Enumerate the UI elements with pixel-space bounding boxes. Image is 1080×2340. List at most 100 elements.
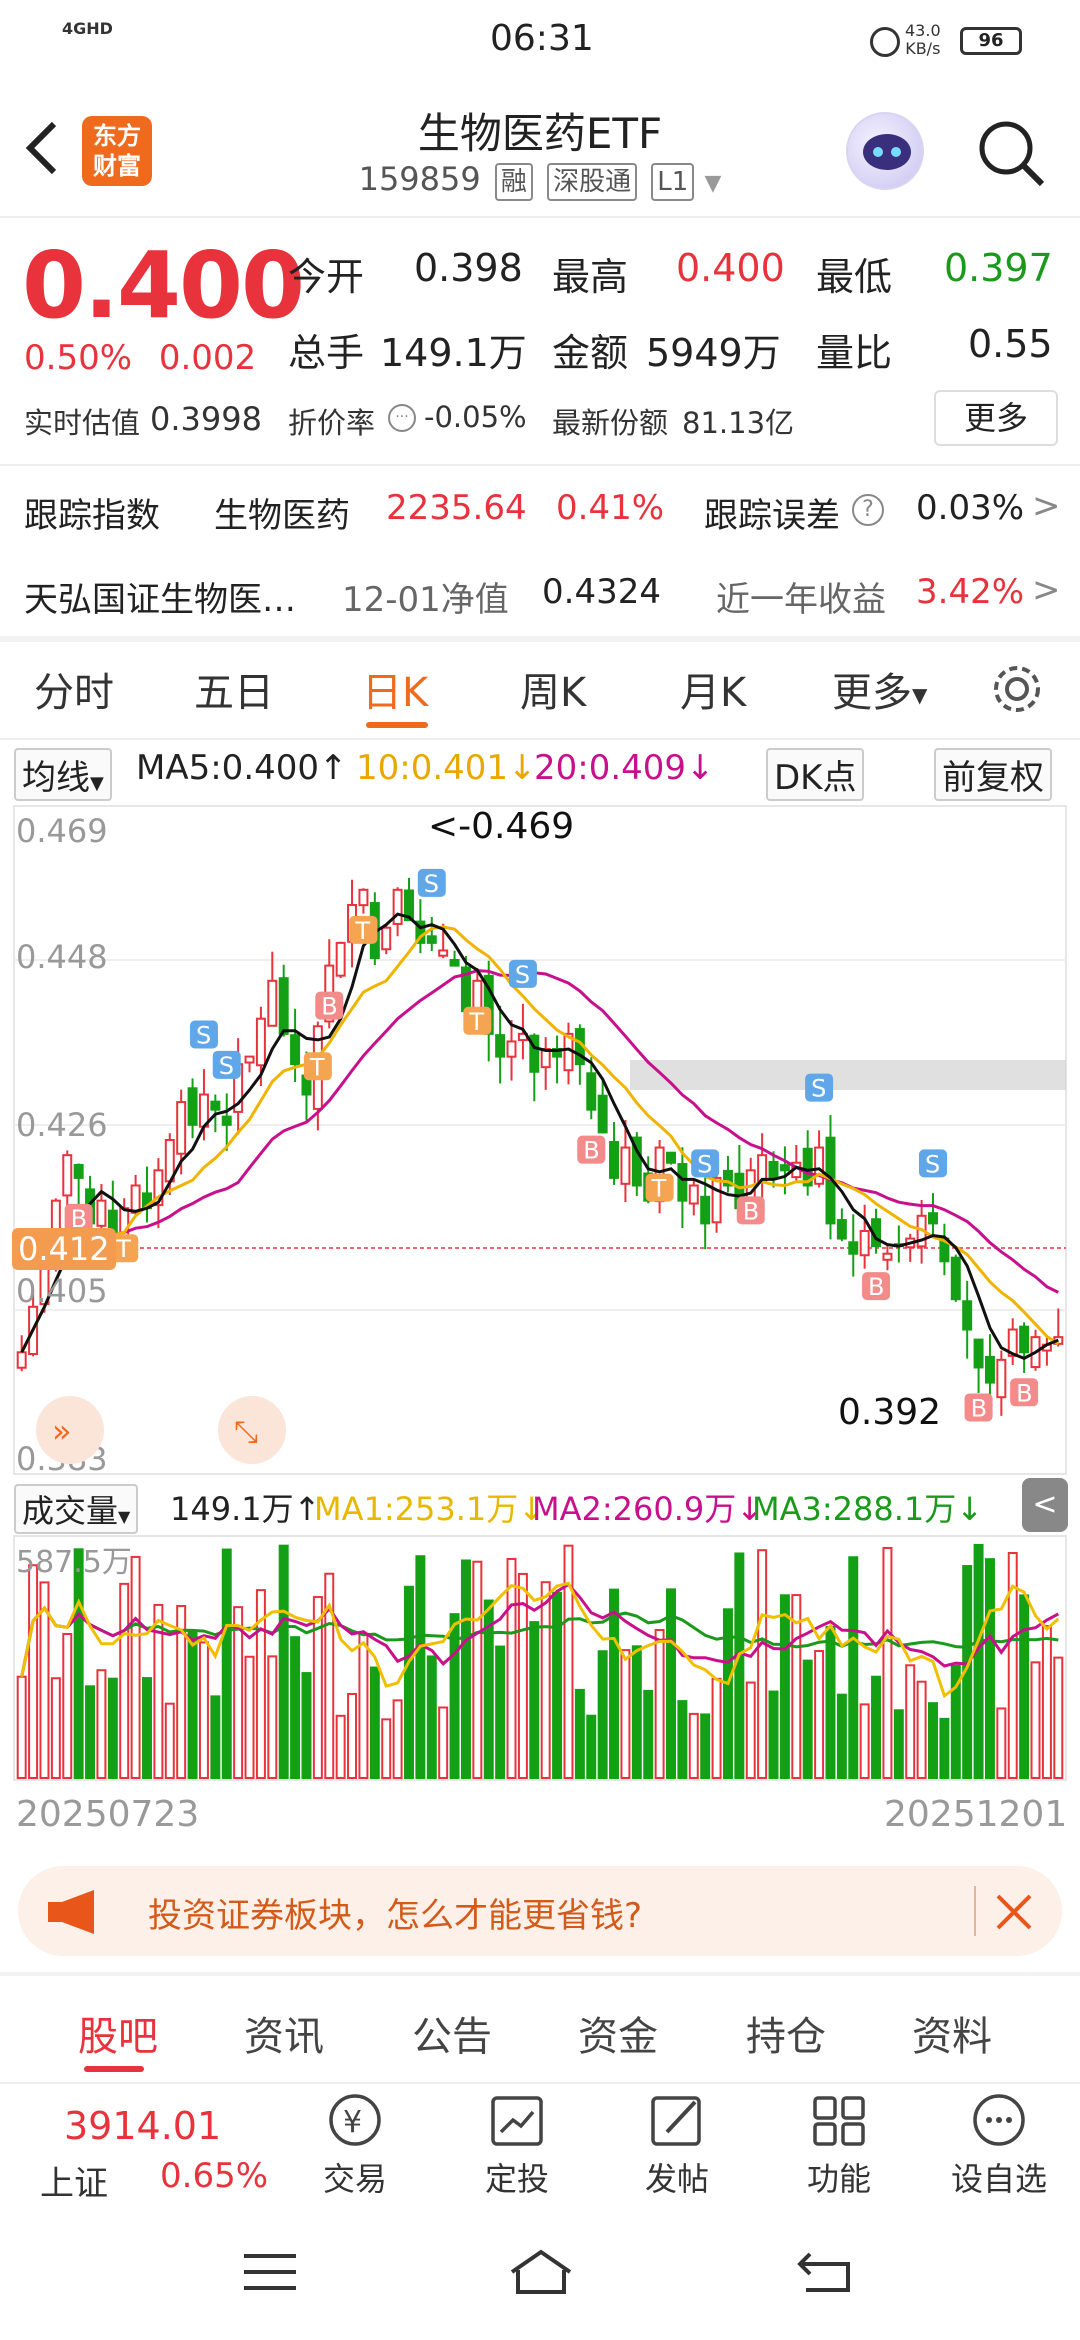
kline-chart[interactable]: BTSS TBTSTSBTSBSBSBB 0.469 0.448 0.426 0.… bbox=[0, 800, 1080, 1480]
post-button[interactable]: 发帖 bbox=[622, 2092, 732, 2200]
auto-invest-button[interactable]: 定投 bbox=[462, 2092, 572, 2200]
volume-bar bbox=[871, 1675, 882, 1779]
yen-circle-icon: ¥ bbox=[329, 2094, 381, 2146]
volume-bar bbox=[495, 1645, 506, 1779]
menu-icon[interactable] bbox=[244, 2252, 296, 2292]
volume-bar bbox=[426, 1655, 437, 1779]
chevron-left-icon[interactable]: < bbox=[1022, 1478, 1068, 1532]
adjust-button[interactable]: 前复权 bbox=[934, 748, 1052, 801]
candle bbox=[586, 1072, 597, 1111]
tab-more[interactable]: 更多▼ bbox=[832, 660, 927, 718]
functions-label: 功能 bbox=[806, 2160, 871, 2198]
home-icon[interactable] bbox=[508, 2248, 574, 2296]
candle bbox=[688, 1184, 699, 1205]
volume-bar bbox=[734, 1552, 745, 1779]
more-button[interactable]: 更多 bbox=[934, 390, 1058, 446]
open-label: 今开 bbox=[288, 255, 365, 299]
index-value[interactable]: 3914.01 bbox=[64, 2104, 221, 2148]
trade-signal-label: B bbox=[743, 1197, 759, 1225]
indicator-selector[interactable]: 均线▼ bbox=[14, 748, 112, 801]
dk-point-button[interactable]: DK点 bbox=[766, 748, 865, 801]
status-bar: 4GHD 06:31 43.0 KB/s 96 bbox=[0, 0, 1080, 80]
candle bbox=[882, 1252, 893, 1261]
volume-bar bbox=[335, 1714, 346, 1779]
volume-bar bbox=[233, 1606, 244, 1779]
close-icon[interactable] bbox=[994, 1892, 1034, 1932]
candle bbox=[449, 958, 460, 967]
candle bbox=[335, 941, 346, 977]
tab-intraday[interactable]: 分时 bbox=[34, 660, 114, 718]
clock: 06:31 bbox=[490, 18, 594, 59]
promo-banner[interactable]: 投资证券板块，怎么才能更省钱? bbox=[18, 1866, 1062, 1956]
volume-bar bbox=[916, 1680, 927, 1779]
tab-daily-k[interactable]: 日K bbox=[362, 660, 428, 718]
tab-monthly-k[interactable]: 月K bbox=[680, 660, 746, 718]
candle bbox=[62, 1154, 73, 1197]
last-price: 0.400 bbox=[22, 232, 305, 339]
alarm-icon bbox=[870, 27, 900, 57]
candle bbox=[768, 1160, 779, 1179]
change-amount: 0.002 bbox=[158, 338, 257, 378]
volume-ma3: MA3:288.1万↓ bbox=[752, 1490, 984, 1528]
search-icon[interactable] bbox=[976, 118, 1046, 188]
volume-bar bbox=[369, 1666, 380, 1779]
tab-profile[interactable]: 资料 bbox=[912, 2004, 992, 2062]
settings-gear-icon[interactable] bbox=[990, 662, 1044, 726]
trade-signal-label: T bbox=[115, 1235, 131, 1263]
volume-bar bbox=[882, 1546, 893, 1779]
tab-news[interactable]: 资讯 bbox=[244, 2004, 324, 2062]
chart-period-tabs: 分时 五日 日K 周K 月K 更多▼ bbox=[0, 660, 1080, 730]
tab-active-indicator bbox=[366, 722, 428, 728]
volume-bar bbox=[586, 1714, 597, 1780]
ratio-value: 0.55 bbox=[968, 322, 1053, 366]
tab-forum[interactable]: 股吧 bbox=[78, 2004, 158, 2062]
tab-more-label: 更多 bbox=[832, 670, 912, 716]
help-icon[interactable]: ? bbox=[852, 494, 884, 526]
speed-unit: KB/s bbox=[905, 39, 941, 58]
volume-selector-label: 成交量 bbox=[22, 1492, 119, 1530]
chevron-right-icon[interactable]: > bbox=[1032, 486, 1061, 526]
trade-signal-label: B bbox=[1016, 1379, 1032, 1407]
volume-bar bbox=[506, 1557, 517, 1779]
assistant-avatar[interactable] bbox=[846, 112, 924, 190]
functions-button[interactable]: 功能 bbox=[784, 2092, 894, 2200]
ratio-label: 量比 bbox=[816, 331, 893, 375]
volume-ma2: MA2:260.9万↓ bbox=[532, 1490, 764, 1528]
y-axis-label-3: 0.426 bbox=[16, 1106, 108, 1144]
chevron-right-icon[interactable]: > bbox=[1032, 570, 1061, 610]
volume-bar bbox=[16, 1675, 27, 1780]
watchlist-button[interactable]: 设自选 bbox=[944, 2092, 1054, 2200]
amount-label: 金额 bbox=[552, 331, 629, 375]
tab-announcements[interactable]: 公告 bbox=[412, 2004, 492, 2062]
tracking-error-label: 跟踪误差 bbox=[704, 496, 840, 536]
volume-bar bbox=[301, 1672, 312, 1779]
volume-selector[interactable]: 成交量▼ bbox=[14, 1484, 139, 1534]
track-index-name[interactable]: 生物医药 bbox=[214, 488, 350, 537]
trade-button[interactable]: ¥ 交易 bbox=[300, 2092, 410, 2200]
tab-funds-flow[interactable]: 资金 bbox=[578, 2004, 658, 2062]
fund-name[interactable]: 天弘国证生物医… bbox=[24, 572, 296, 621]
trade-signal-label: B bbox=[583, 1137, 599, 1165]
candle bbox=[381, 926, 392, 951]
volume-bar bbox=[210, 1695, 221, 1779]
high-value: 0.400 bbox=[676, 246, 785, 290]
tab-five-day[interactable]: 五日 bbox=[194, 660, 274, 718]
back-icon[interactable] bbox=[796, 2250, 852, 2294]
tab-holdings[interactable]: 持仓 bbox=[746, 2004, 826, 2062]
trade-signal-label: S bbox=[424, 870, 439, 898]
info-icon[interactable]: ··· bbox=[388, 404, 416, 432]
candle bbox=[290, 1034, 301, 1066]
max-price-note: <-0.469 bbox=[428, 806, 574, 847]
candle bbox=[620, 1146, 631, 1185]
tab-weekly-k[interactable]: 周K bbox=[520, 660, 586, 718]
candle bbox=[16, 1351, 27, 1369]
low-label: 最低 bbox=[816, 255, 893, 299]
chevron-down-icon: ▼ bbox=[118, 1507, 131, 1526]
change-percent: 0.50% bbox=[24, 338, 133, 378]
edit-icon bbox=[651, 2096, 701, 2146]
candle bbox=[836, 1219, 847, 1240]
volume-chart[interactable]: 587.5万 bbox=[0, 1534, 1080, 1784]
volume-bar bbox=[677, 1700, 688, 1780]
volume-bar bbox=[711, 1677, 722, 1779]
volume-bar bbox=[312, 1596, 323, 1780]
